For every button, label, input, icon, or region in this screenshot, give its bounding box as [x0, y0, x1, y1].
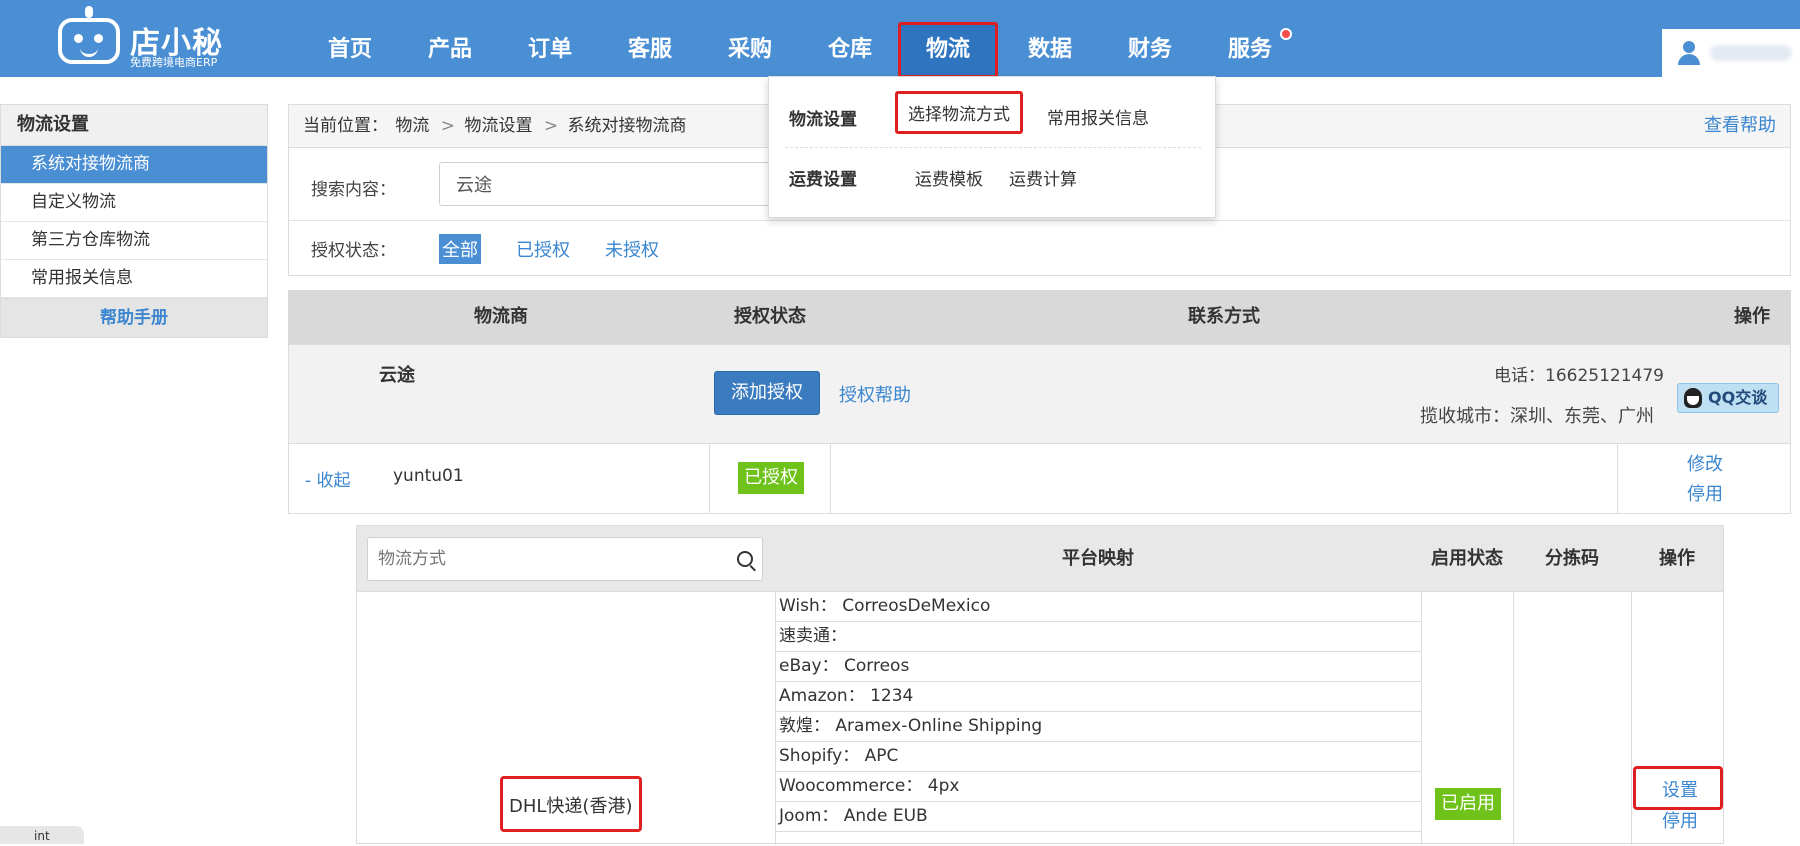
user-menu[interactable] — [1662, 29, 1800, 77]
carrier-table-header: 物流商 授权状态 联系方式 操作 — [288, 290, 1791, 344]
sidebar-item-third-party-warehouse[interactable]: 第三方仓库物流 — [0, 222, 268, 260]
divider — [289, 220, 1790, 221]
collapse-toggle[interactable]: - 收起 — [305, 466, 351, 491]
qq-chat-button[interactable]: QQ交谈 — [1677, 383, 1779, 413]
header-enable-status: 启用状态 — [1431, 548, 1503, 569]
user-icon — [1676, 41, 1702, 65]
breadcrumb-item[interactable]: 物流设置 — [464, 116, 532, 136]
carrier-table: 物流商 授权状态 联系方式 操作 云途 添加授权 授权帮助 电话：1662512… — [288, 290, 1791, 514]
menu-customs-info[interactable]: 常用报关信息 — [1047, 104, 1149, 129]
top-navbar: 店小秘 免费跨境电商ERP 首页 产品 订单 客服 采购 仓库 物流 数据 财务… — [0, 0, 1800, 78]
menu-freight-calculator[interactable]: 运费计算 — [1009, 165, 1077, 190]
sidebar-title: 物流设置 — [0, 104, 268, 146]
auth-filter-authorized[interactable]: 已授权 — [513, 234, 573, 264]
search-icon[interactable] — [737, 551, 753, 567]
carrier-pickup-cities: 揽收城市：深圳、东莞、广州 — [1420, 406, 1654, 427]
account-name: yuntu01 — [393, 466, 464, 486]
column-divider — [1617, 444, 1618, 513]
header-actions: 操作 — [1734, 306, 1770, 327]
auth-filter-all[interactable]: 全部 — [439, 234, 481, 264]
method-name: DHL快递(香港) — [509, 796, 633, 817]
sidebar-item-custom-logistics[interactable]: 自定义物流 — [0, 184, 268, 222]
sidebar-item-customs-info[interactable]: 常用报关信息 — [0, 260, 268, 298]
column-divider — [1421, 592, 1422, 845]
dropdown-section-freight-settings: 运费设置 — [789, 170, 857, 190]
platform-mapping-row: Woocommerce： 4px — [775, 772, 1421, 802]
auth-status-label: 授权状态： — [311, 241, 396, 261]
nav-orders[interactable]: 订单 — [500, 22, 600, 78]
add-authorization-button[interactable]: 添加授权 — [714, 371, 820, 415]
header-auth-status: 授权状态 — [734, 306, 806, 327]
auth-filter-unauthorized[interactable]: 未授权 — [602, 234, 662, 264]
platform-mapping-row: Joom： Ande EUB — [775, 802, 1421, 832]
column-divider — [1513, 592, 1514, 845]
dropdown-section-logistics-settings: 物流设置 — [789, 110, 857, 130]
nav-logistics[interactable]: 物流 — [898, 22, 998, 78]
column-divider — [709, 444, 710, 513]
search-label: 搜索内容： — [311, 180, 396, 200]
header-carrier: 物流商 — [474, 306, 528, 327]
menu-freight-template[interactable]: 运费模板 — [915, 165, 983, 190]
platform-mapping-row: Wish： CorreosDeMexico — [775, 592, 1421, 622]
method-disable-link[interactable]: 停用 — [1662, 807, 1698, 833]
nav-purchasing[interactable]: 采购 — [700, 22, 800, 78]
carrier-row: 云途 添加授权 授权帮助 电话：16625121479 揽收城市：深圳、东莞、广… — [288, 344, 1791, 444]
platform-mapping-row: Amazon： 1234 — [775, 682, 1421, 712]
edit-account-link[interactable]: 修改 — [1687, 450, 1723, 476]
menu-select-shipping-method[interactable]: 选择物流方式 — [895, 91, 1023, 134]
view-help-link[interactable]: 查看帮助 — [1704, 105, 1776, 147]
platform-mapping-row: Shopify： APC — [775, 742, 1421, 772]
disable-account-link[interactable]: 停用 — [1687, 480, 1723, 506]
nav-home[interactable]: 首页 — [300, 22, 400, 78]
carrier-phone: 电话：16625121479 — [1494, 366, 1664, 386]
nav-products[interactable]: 产品 — [400, 22, 500, 78]
platform-mapping-row: eBay： Correos — [775, 652, 1421, 682]
header-method-actions: 操作 — [1659, 548, 1695, 569]
sidebar-item-system-carriers[interactable]: 系统对接物流商 — [0, 146, 268, 184]
qq-chat-label: QQ交谈 — [1708, 388, 1768, 407]
shipping-method-table: 平台映射 启用状态 分拣码 操作 DHL快递(香港) Wish： Correos… — [356, 525, 1724, 845]
breadcrumb-prefix: 当前位置： — [303, 116, 388, 136]
carrier-account-row: - 收起 yuntu01 已授权 修改 停用 — [288, 444, 1791, 514]
notification-dot — [1280, 28, 1292, 40]
header-platform-mapping: 平台映射 — [1062, 548, 1134, 569]
logo[interactable]: 店小秘 免费跨境电商ERP — [58, 6, 228, 69]
bottom-tab[interactable]: int — [0, 826, 84, 844]
column-divider — [830, 444, 831, 513]
robot-logo-icon — [58, 18, 120, 64]
enabled-status-badge: 已启用 — [1435, 788, 1501, 820]
sidebar: 物流设置 系统对接物流商 自定义物流 第三方仓库物流 常用报关信息 帮助手册 — [0, 104, 268, 338]
help-manual-button[interactable]: 帮助手册 — [0, 298, 268, 338]
breadcrumb-item[interactable]: 物流 — [395, 116, 429, 136]
robot-antenna — [85, 6, 93, 18]
qq-penguin-icon — [1684, 388, 1702, 408]
header-sort-code: 分拣码 — [1545, 548, 1599, 569]
column-divider — [1631, 592, 1632, 845]
nav-customer-service[interactable]: 客服 — [600, 22, 700, 78]
auth-help-link[interactable]: 授权帮助 — [839, 381, 911, 407]
header-contact: 联系方式 — [1188, 306, 1260, 327]
nav-warehouse[interactable]: 仓库 — [800, 22, 900, 78]
authorized-status-badge: 已授权 — [738, 462, 804, 494]
platform-mapping-row: 敦煌： Aramex-Online Shipping — [775, 712, 1421, 742]
method-search-input[interactable] — [367, 537, 763, 581]
nav-finance[interactable]: 财务 — [1100, 22, 1200, 78]
platform-mapping-row: 速卖通： — [775, 622, 1421, 652]
nav-data[interactable]: 数据 — [1000, 22, 1100, 78]
carrier-name: 云途 — [379, 365, 415, 386]
dropdown-divider — [785, 147, 1201, 148]
user-name-redacted — [1710, 45, 1792, 61]
logistics-dropdown-menu: 物流设置 选择物流方式 常用报关信息 运费设置 运费模板 运费计算 — [768, 76, 1216, 218]
method-settings-link[interactable]: 设置 — [1662, 776, 1698, 802]
logo-subtitle: 免费跨境电商ERP — [130, 56, 218, 69]
method-table-header: 平台映射 启用状态 分拣码 操作 — [357, 526, 1723, 592]
breadcrumb-item: 系统对接物流商 — [567, 116, 687, 136]
